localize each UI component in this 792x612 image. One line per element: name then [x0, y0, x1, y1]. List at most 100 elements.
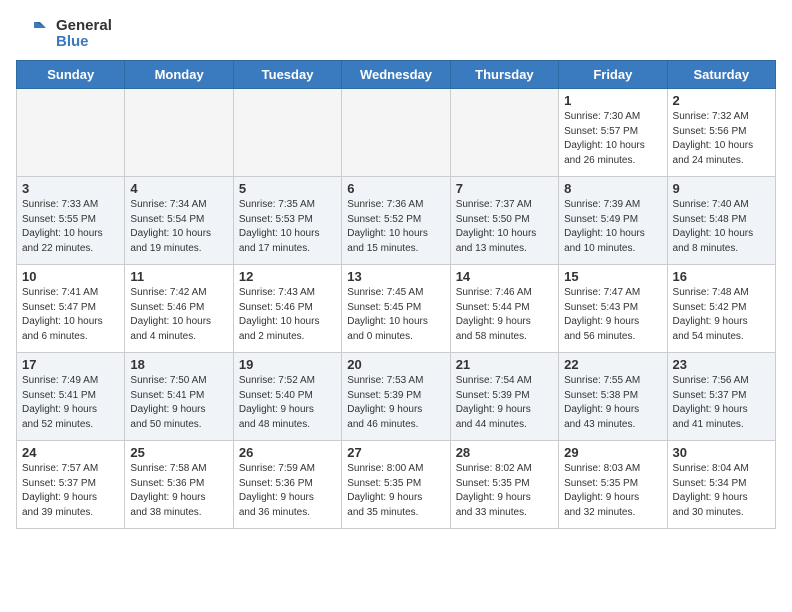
calendar-cell: 6 Sunrise: 7:36 AM Sunset: 5:52 PM Daylig…	[342, 177, 450, 265]
day-number: 23	[673, 357, 770, 372]
logo-blue: Blue	[56, 34, 112, 51]
day-number: 11	[130, 269, 227, 284]
day-detail: Sunrise: 7:48 AM Sunset: 5:42 PM Dayligh…	[673, 286, 770, 344]
day-detail: Sunrise: 7:37 AM Sunset: 5:50 PM Dayligh…	[456, 198, 553, 256]
calendar-cell	[17, 89, 125, 177]
day-detail: Sunrise: 7:57 AM Sunset: 5:37 PM Dayligh…	[22, 462, 119, 520]
day-detail: Sunrise: 8:04 AM Sunset: 5:34 PM Dayligh…	[673, 462, 770, 520]
day-detail: Sunrise: 7:40 AM Sunset: 5:48 PM Dayligh…	[673, 198, 770, 256]
calendar-week-row: 3 Sunrise: 7:33 AM Sunset: 5:55 PM Daylig…	[17, 177, 776, 265]
calendar-cell: 23Sunrise: 7:56 AM Sunset: 5:37 PM Dayli…	[667, 353, 775, 441]
day-number: 16	[673, 269, 770, 284]
day-number: 25	[130, 445, 227, 460]
calendar-cell: 19Sunrise: 7:52 AM Sunset: 5:40 PM Dayli…	[233, 353, 341, 441]
calendar-cell: 25 Sunrise: 7:58 AM Sunset: 5:36 PM Dayli…	[125, 441, 233, 529]
day-number: 10	[22, 269, 119, 284]
day-detail: Sunrise: 7:47 AM Sunset: 5:43 PM Dayligh…	[564, 286, 661, 344]
calendar-cell: 12 Sunrise: 7:43 AM Sunset: 5:46 PM Dayli…	[233, 265, 341, 353]
calendar-cell: 1 Sunrise: 7:30 AM Sunset: 5:57 PM Daylig…	[559, 89, 667, 177]
weekday-header-row: SundayMondayTuesdayWednesdayThursdayFrid…	[17, 61, 776, 89]
day-detail: Sunrise: 7:43 AM Sunset: 5:46 PM Dayligh…	[239, 286, 336, 344]
calendar-cell: 8 Sunrise: 7:39 AM Sunset: 5:49 PM Daylig…	[559, 177, 667, 265]
day-detail: Sunrise: 7:39 AM Sunset: 5:49 PM Dayligh…	[564, 198, 661, 256]
day-number: 7	[456, 181, 553, 196]
day-detail: Sunrise: 7:36 AM Sunset: 5:52 PM Dayligh…	[347, 198, 444, 256]
calendar-cell: 11 Sunrise: 7:42 AM Sunset: 5:46 PM Dayli…	[125, 265, 233, 353]
day-detail: Sunrise: 8:03 AM Sunset: 5:35 PM Dayligh…	[564, 462, 661, 520]
day-number: 14	[456, 269, 553, 284]
day-number: 8	[564, 181, 661, 196]
calendar-cell: 30 Sunrise: 8:04 AM Sunset: 5:34 PM Dayli…	[667, 441, 775, 529]
calendar-week-row: 24 Sunrise: 7:57 AM Sunset: 5:37 PM Dayli…	[17, 441, 776, 529]
calendar-cell: 2Sunrise: 7:32 AM Sunset: 5:56 PM Daylig…	[667, 89, 775, 177]
day-detail: Sunrise: 7:52 AM Sunset: 5:40 PM Dayligh…	[239, 374, 336, 432]
day-detail: Sunrise: 7:42 AM Sunset: 5:46 PM Dayligh…	[130, 286, 227, 344]
weekday-header-tuesday: Tuesday	[233, 61, 341, 89]
calendar-cell: 24 Sunrise: 7:57 AM Sunset: 5:37 PM Dayli…	[17, 441, 125, 529]
logo-bird-icon	[16, 16, 52, 52]
day-number: 9	[673, 181, 770, 196]
calendar-week-row: 10 Sunrise: 7:41 AM Sunset: 5:47 PM Dayli…	[17, 265, 776, 353]
day-number: 17	[22, 357, 119, 372]
logo-general: General	[56, 18, 112, 35]
day-detail: Sunrise: 7:55 AM Sunset: 5:38 PM Dayligh…	[564, 374, 661, 432]
day-detail: Sunrise: 7:53 AM Sunset: 5:39 PM Dayligh…	[347, 374, 444, 432]
calendar-table: SundayMondayTuesdayWednesdayThursdayFrid…	[16, 60, 776, 529]
day-number: 24	[22, 445, 119, 460]
day-number: 3	[22, 181, 119, 196]
calendar-cell: 21Sunrise: 7:54 AM Sunset: 5:39 PM Dayli…	[450, 353, 558, 441]
header: General Blue	[16, 16, 776, 52]
day-number: 5	[239, 181, 336, 196]
day-detail: Sunrise: 7:41 AM Sunset: 5:47 PM Dayligh…	[22, 286, 119, 344]
weekday-header-sunday: Sunday	[17, 61, 125, 89]
calendar-cell: 9 Sunrise: 7:40 AM Sunset: 5:48 PM Daylig…	[667, 177, 775, 265]
day-detail: Sunrise: 7:33 AM Sunset: 5:55 PM Dayligh…	[22, 198, 119, 256]
weekday-header-friday: Friday	[559, 61, 667, 89]
day-detail: Sunrise: 7:50 AM Sunset: 5:41 PM Dayligh…	[130, 374, 227, 432]
calendar-cell: 27 Sunrise: 8:00 AM Sunset: 5:35 PM Dayli…	[342, 441, 450, 529]
calendar-cell: 20 Sunrise: 7:53 AM Sunset: 5:39 PM Dayli…	[342, 353, 450, 441]
calendar-cell: 7 Sunrise: 7:37 AM Sunset: 5:50 PM Daylig…	[450, 177, 558, 265]
calendar-cell	[125, 89, 233, 177]
weekday-header-monday: Monday	[125, 61, 233, 89]
calendar-cell: 28Sunrise: 8:02 AM Sunset: 5:35 PM Dayli…	[450, 441, 558, 529]
calendar-cell: 26 Sunrise: 7:59 AM Sunset: 5:36 PM Dayli…	[233, 441, 341, 529]
weekday-header-thursday: Thursday	[450, 61, 558, 89]
day-detail: Sunrise: 8:02 AM Sunset: 5:35 PM Dayligh…	[456, 462, 553, 520]
day-detail: Sunrise: 7:59 AM Sunset: 5:36 PM Dayligh…	[239, 462, 336, 520]
day-detail: Sunrise: 7:58 AM Sunset: 5:36 PM Dayligh…	[130, 462, 227, 520]
logo: General Blue	[16, 16, 112, 52]
calendar-cell: 4Sunrise: 7:34 AM Sunset: 5:54 PM Daylig…	[125, 177, 233, 265]
day-number: 2	[673, 93, 770, 108]
day-detail: Sunrise: 7:35 AM Sunset: 5:53 PM Dayligh…	[239, 198, 336, 256]
day-number: 21	[456, 357, 553, 372]
day-detail: Sunrise: 8:00 AM Sunset: 5:35 PM Dayligh…	[347, 462, 444, 520]
day-detail: Sunrise: 7:49 AM Sunset: 5:41 PM Dayligh…	[22, 374, 119, 432]
calendar-cell: 22 Sunrise: 7:55 AM Sunset: 5:38 PM Dayli…	[559, 353, 667, 441]
calendar-week-row: 1 Sunrise: 7:30 AM Sunset: 5:57 PM Daylig…	[17, 89, 776, 177]
calendar-cell: 10 Sunrise: 7:41 AM Sunset: 5:47 PM Dayli…	[17, 265, 125, 353]
day-number: 20	[347, 357, 444, 372]
day-number: 27	[347, 445, 444, 460]
day-number: 13	[347, 269, 444, 284]
calendar-cell: 14Sunrise: 7:46 AM Sunset: 5:44 PM Dayli…	[450, 265, 558, 353]
day-number: 12	[239, 269, 336, 284]
day-detail: Sunrise: 7:45 AM Sunset: 5:45 PM Dayligh…	[347, 286, 444, 344]
calendar-cell: 18Sunrise: 7:50 AM Sunset: 5:41 PM Dayli…	[125, 353, 233, 441]
day-number: 26	[239, 445, 336, 460]
day-detail: Sunrise: 7:30 AM Sunset: 5:57 PM Dayligh…	[564, 110, 661, 168]
weekday-header-saturday: Saturday	[667, 61, 775, 89]
day-number: 1	[564, 93, 661, 108]
day-number: 29	[564, 445, 661, 460]
day-number: 15	[564, 269, 661, 284]
calendar-cell: 3 Sunrise: 7:33 AM Sunset: 5:55 PM Daylig…	[17, 177, 125, 265]
day-number: 6	[347, 181, 444, 196]
calendar-cell: 15 Sunrise: 7:47 AM Sunset: 5:43 PM Dayli…	[559, 265, 667, 353]
day-number: 4	[130, 181, 227, 196]
calendar-cell	[342, 89, 450, 177]
day-number: 30	[673, 445, 770, 460]
day-number: 22	[564, 357, 661, 372]
calendar-cell	[450, 89, 558, 177]
weekday-header-wednesday: Wednesday	[342, 61, 450, 89]
calendar-week-row: 17 Sunrise: 7:49 AM Sunset: 5:41 PM Dayli…	[17, 353, 776, 441]
